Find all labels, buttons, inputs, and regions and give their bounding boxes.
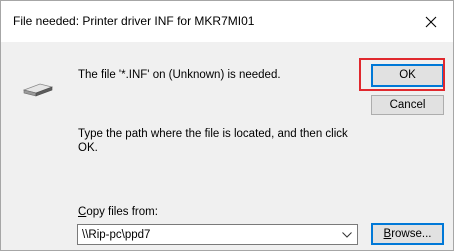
copy-path-combobox[interactable]: \\Rip-pc\ppd7 xyxy=(77,224,358,245)
chevron-down-icon[interactable] xyxy=(342,232,352,238)
browse-button[interactable]: Browse... xyxy=(371,223,444,245)
file-needed-message: The file '*.INF' on (Unknown) is needed. xyxy=(78,69,281,81)
copy-files-label: Copy files from: xyxy=(78,205,158,219)
dialog-title: File needed: Printer driver INF for MKR7… xyxy=(13,14,255,28)
close-button[interactable] xyxy=(409,1,453,42)
copy-path-value: \\Rip-pc\ppd7 xyxy=(82,229,151,241)
close-icon xyxy=(425,16,437,27)
instruction-text: Type the path where the file is located,… xyxy=(78,128,348,154)
browse-label: rowse... xyxy=(391,228,432,240)
cancel-button[interactable]: Cancel xyxy=(371,95,444,115)
file-needed-dialog: File needed: Printer driver INF for MKR7… xyxy=(0,0,454,251)
title-bar: File needed: Printer driver INF for MKR7… xyxy=(1,1,453,42)
ok-button[interactable]: OK xyxy=(371,64,444,87)
drive-icon xyxy=(23,83,53,97)
copy-label-text: opy files from: xyxy=(86,206,158,218)
